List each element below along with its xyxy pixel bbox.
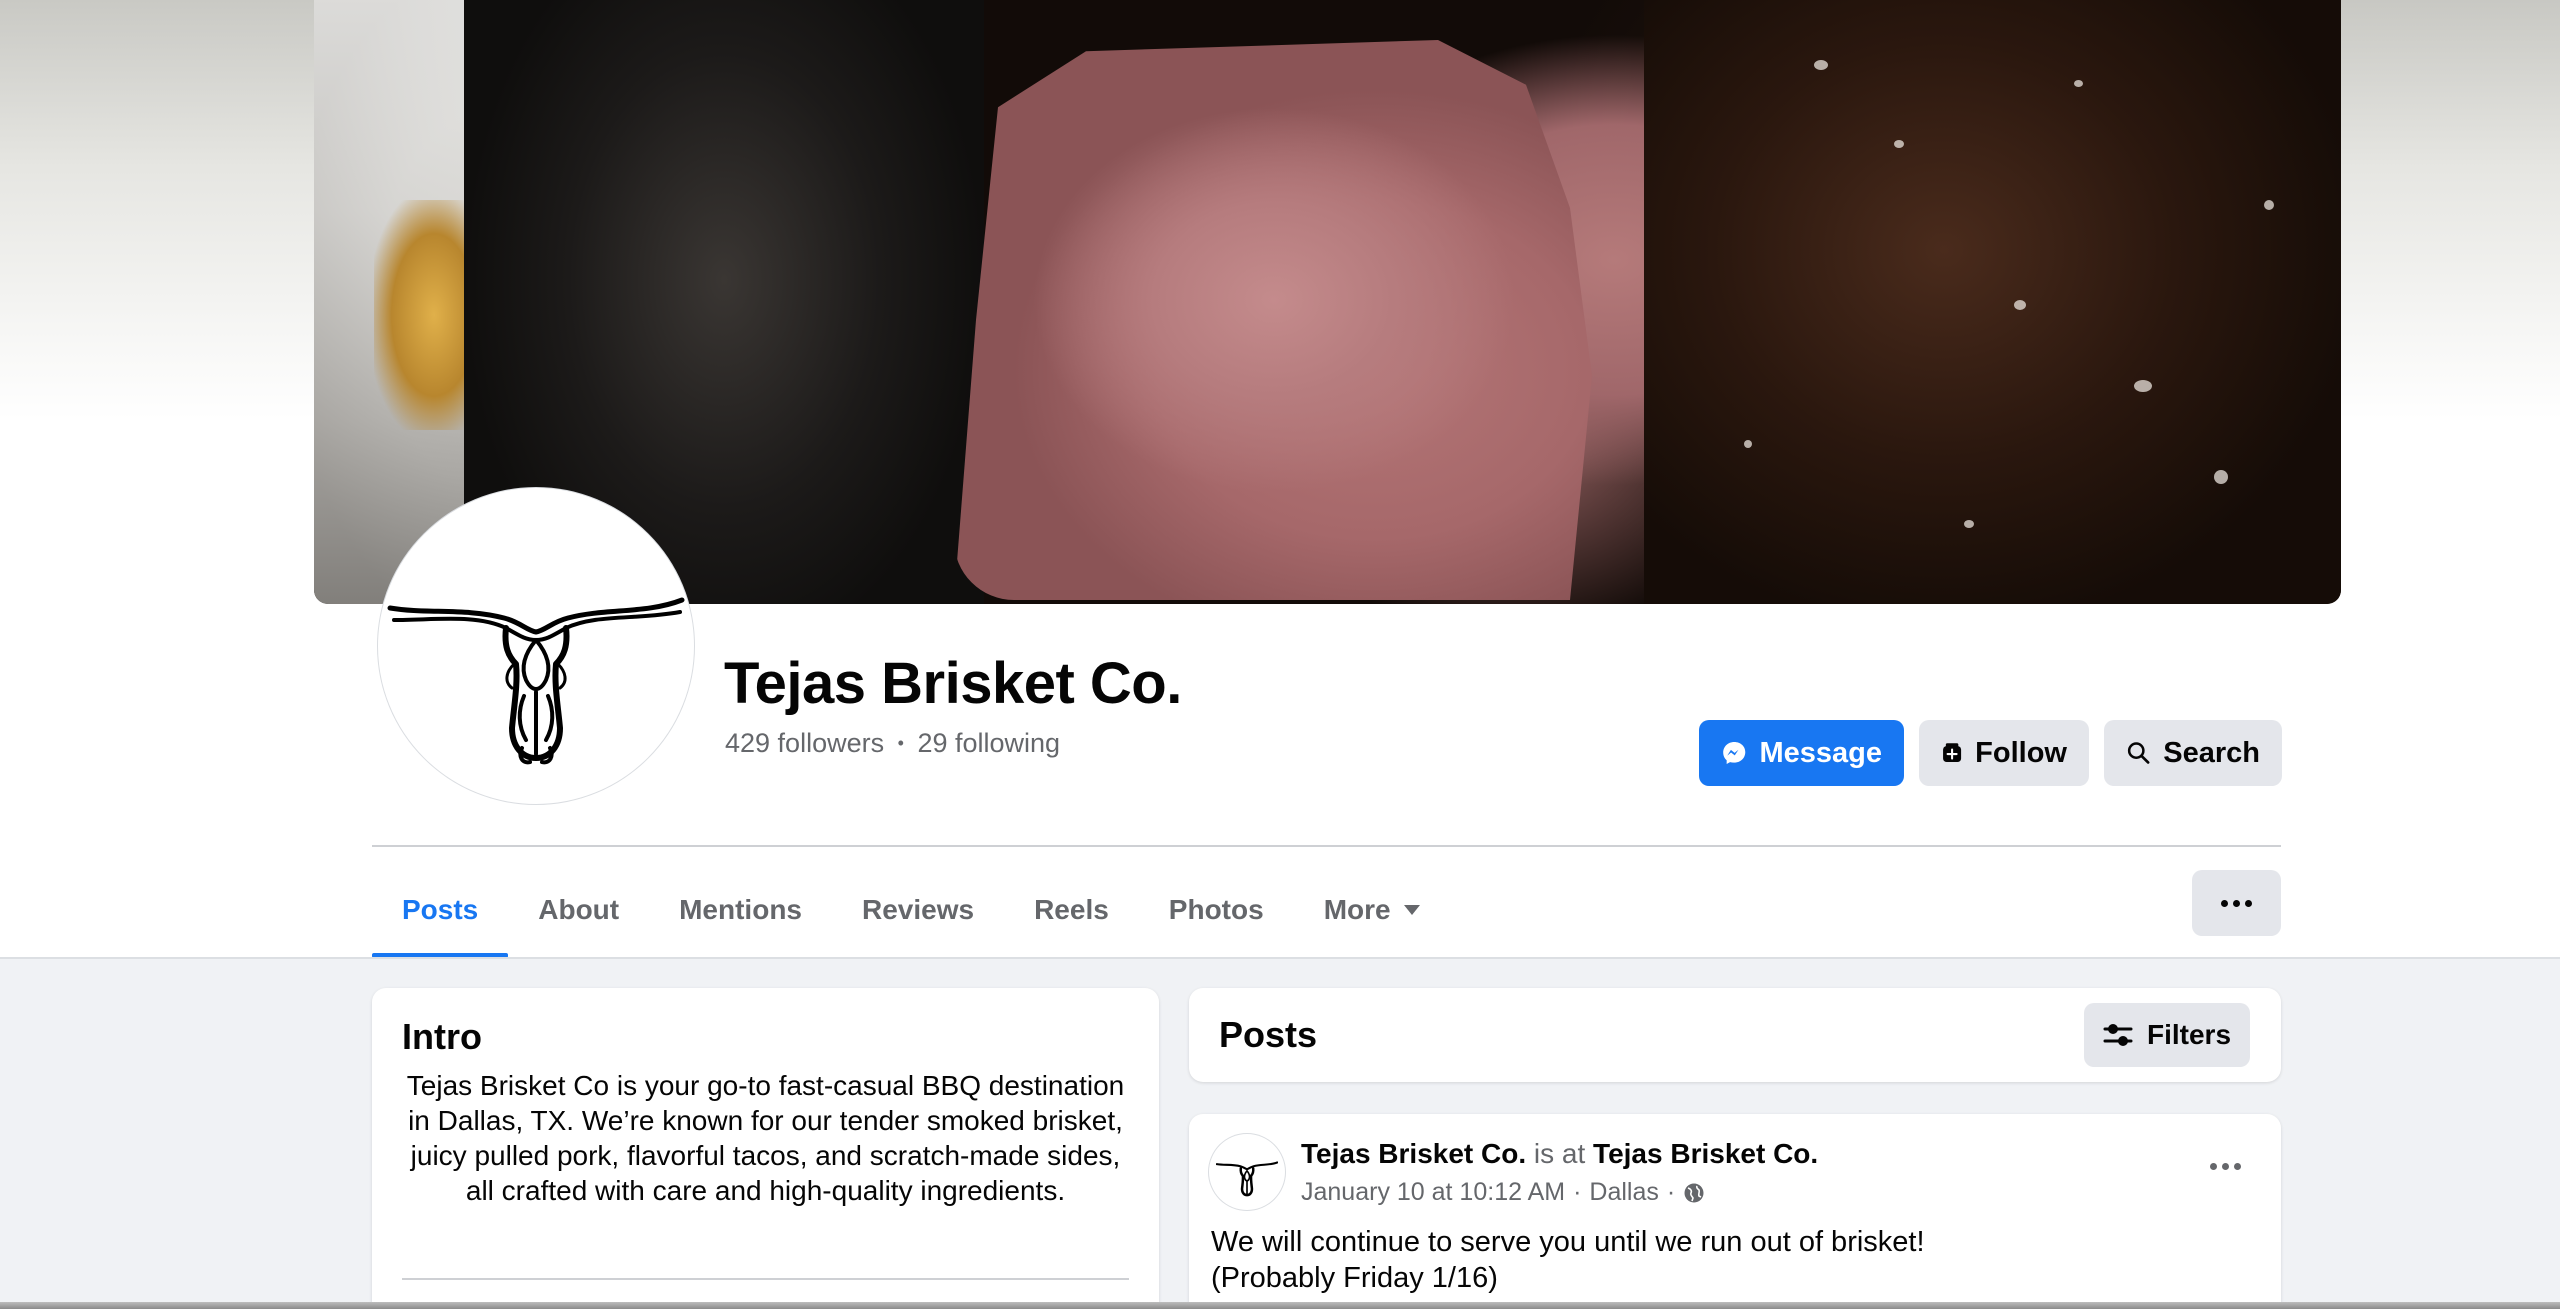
post-header: Tejas Brisket Co. is at Tejas Brisket Co… [1301, 1138, 1818, 1170]
caret-down-icon [1403, 905, 1420, 915]
post-body: We will continue to serve you until we r… [1211, 1224, 1925, 1296]
post-timestamp[interactable]: January 10 at 10:12 AM [1301, 1178, 1565, 1207]
tab-photos[interactable]: Photos [1139, 862, 1294, 958]
cover-speck [2264, 200, 2274, 210]
intro-title: Intro [402, 1016, 482, 1057]
follow-plus-icon [1943, 743, 1962, 763]
message-button-label: Message [1759, 736, 1882, 769]
meta-separator: · [1573, 1178, 1582, 1206]
followers-link[interactable]: 429 followers [725, 728, 884, 758]
page-title: Tejas Brisket Co. [724, 651, 1182, 716]
cover-speck [2134, 380, 2152, 392]
cover-speck [1894, 140, 1904, 148]
cover-speck [1964, 520, 1974, 528]
tab-reels-label: Reels [1034, 894, 1109, 925]
profile-more-options-button[interactable] [2192, 870, 2281, 936]
sliders-icon [2103, 1024, 2133, 1046]
tab-reels[interactable]: Reels [1004, 862, 1139, 958]
post-meta: January 10 at 10:12 AM · Dallas · [1301, 1178, 1705, 1207]
tab-about[interactable]: About [508, 862, 649, 958]
tab-posts-label: Posts [402, 894, 479, 925]
intro-divider [402, 1278, 1129, 1280]
search-button[interactable]: Search [2104, 720, 2282, 786]
header-divider [372, 845, 2281, 847]
longhorn-logo-icon [1216, 1161, 1278, 1197]
tab-reviews-label: Reviews [862, 894, 975, 925]
messenger-icon [1723, 741, 1746, 765]
post-is-at: is at [1533, 1138, 1586, 1169]
ellipsis-icon [2209, 1162, 2217, 1170]
filters-button[interactable]: Filters [2084, 1003, 2250, 1067]
tab-more-label: More [1323, 894, 1391, 925]
posts-header-card: Posts Filters [1189, 988, 2281, 1082]
search-button-label: Search [2163, 736, 2260, 769]
tab-about-label: About [538, 894, 620, 925]
follow-stats: 429 followers • 29 following [725, 728, 1060, 759]
search-icon [2127, 742, 2150, 764]
tab-photos-label: Photos [1168, 894, 1264, 925]
post-author-avatar[interactable] [1209, 1134, 1285, 1210]
post-options-button[interactable] [2199, 1144, 2251, 1188]
window-bottom-edge [0, 1302, 2560, 1309]
cover-backdrop-left [0, 0, 314, 420]
cover-speck [2214, 470, 2228, 484]
cover-bark-right [1644, 0, 2341, 604]
follow-button[interactable]: Follow [1919, 720, 2089, 786]
ellipsis-icon [2233, 899, 2240, 907]
meta-separator: · [1666, 1178, 1676, 1206]
message-button[interactable]: Message [1699, 720, 1904, 786]
post-card: Tejas Brisket Co. is at Tejas Brisket Co… [1189, 1114, 2281, 1309]
cover-speck [1814, 60, 1828, 70]
tab-mentions-label: Mentions [679, 894, 802, 925]
tab-reviews[interactable]: Reviews [832, 862, 1004, 958]
cover-speck [2014, 300, 2026, 310]
posts-title: Posts [1219, 1014, 1318, 1055]
following-link[interactable]: 29 following [917, 728, 1060, 758]
profile-avatar[interactable] [378, 488, 694, 804]
ellipsis-icon [2221, 899, 2228, 907]
stats-separator: • [897, 733, 904, 753]
filters-label: Filters [2146, 1019, 2232, 1050]
post-location-link[interactable]: Tejas Brisket Co. [1593, 1138, 1818, 1169]
globe-icon[interactable] [1683, 1182, 1705, 1204]
intro-card: Intro Tejas Brisket Co is your go-to fas… [372, 988, 1159, 1309]
cover-speck [1744, 440, 1752, 448]
tab-posts[interactable]: Posts [372, 862, 509, 958]
profile-tabs: Posts About Mentions Reviews Reels Photo… [372, 862, 1451, 958]
header-bottom-border [0, 957, 2560, 959]
profile-actions: Message Follow Search [1699, 720, 2282, 786]
tab-more[interactable]: More [1294, 862, 1451, 958]
cover-backdrop-right [2340, 0, 2560, 420]
follow-button-label: Follow [1975, 736, 2067, 769]
post-author-link[interactable]: Tejas Brisket Co. [1301, 1138, 1526, 1169]
post-text-line: (Probably Friday 1/16) [1211, 1262, 1498, 1294]
ellipsis-icon [2221, 1162, 2229, 1170]
ellipsis-icon [2233, 1162, 2241, 1170]
ellipsis-icon [2245, 899, 2252, 907]
post-place-link[interactable]: Dallas [1589, 1178, 1658, 1207]
cover-speck [2074, 80, 2083, 87]
intro-bio: Tejas Brisket Co is your go-to fast-casu… [406, 1070, 1125, 1206]
longhorn-logo-icon [387, 597, 685, 765]
tab-mentions[interactable]: Mentions [649, 862, 832, 958]
post-text-line: We will continue to serve you until we r… [1211, 1226, 1925, 1258]
